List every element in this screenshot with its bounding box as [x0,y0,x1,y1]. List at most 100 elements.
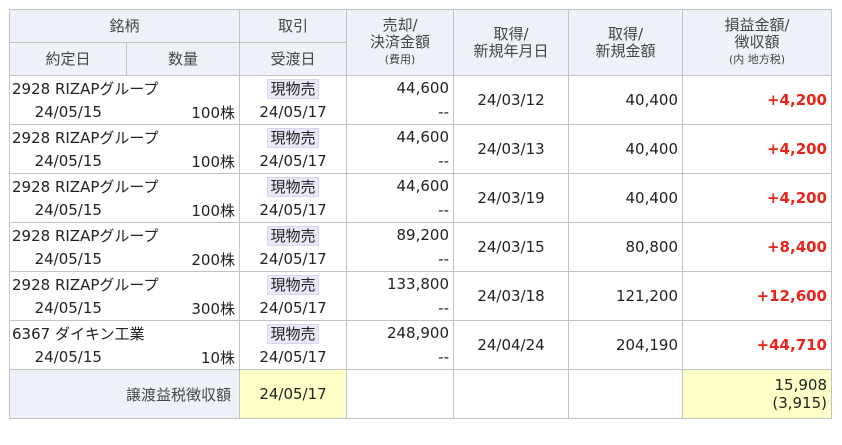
fee: -- [346,345,454,370]
acq-amount: 40,400 [568,124,683,174]
trade-rows: 2928 RIZAPグループ 現物売 44,600 24/03/12 40,400 +4,… [9,75,832,370]
sell-header-line2: 決済金額 [369,33,430,51]
contract-date: 24/05/15 [9,100,127,125]
issue-name: 2928 RIZAPグループ [9,271,240,296]
issue-header: 銘柄 [9,9,240,43]
trade-type-badge: 現物売 [267,78,319,99]
contract-date: 24/05/15 [9,296,127,321]
tax-date: 24/05/17 [239,369,347,419]
sell-amount: 133,800 [346,271,454,296]
trade-type-cell: 現物売 [239,222,347,247]
trade-type-cell: 現物売 [239,320,347,345]
acq-date: 24/03/18 [453,271,569,321]
pl-header-line1: 損益金額/ [724,16,790,34]
issue-name: 2928 RIZAPグループ [9,124,240,149]
trade-type-cell: 現物売 [239,173,347,198]
issue-name: 2928 RIZAPグループ [9,75,240,100]
fee: -- [346,100,454,125]
trade-history-panel: 銘柄 取引 売却/ 決済金額 (費用) 取得/ 新規年月日 取得/ 新規金額 損… [9,9,832,419]
tax-amount: 15,908 [774,376,828,394]
acq-amount-header-line1: 取得/ [607,24,644,43]
sell-header-line1: 売却/ [382,16,418,34]
trade-type-cell: 現物売 [239,75,347,100]
issue-name: 6367 ダイキン工業 [9,320,240,345]
delivery-date-header: 受渡日 [239,42,347,76]
quantity: 100株 [126,100,240,125]
total-blank-3 [568,369,683,419]
acq-amount: 80,800 [568,222,683,272]
acq-date: 24/03/13 [453,124,569,174]
quantity: 10株 [126,345,240,370]
quantity: 300株 [126,296,240,321]
delivery-date: 24/05/17 [239,149,347,174]
pl-header: 損益金額/ 徴収額 (内 地方税) [682,9,832,76]
total-row: 譲渡益税徴収額 24/05/17 15,908 (3,915) [9,369,832,419]
acq-date-header: 取得/ 新規年月日 [453,9,569,76]
sell-amount: 44,600 [346,173,454,198]
sell-amount: 44,600 [346,124,454,149]
delivery-date: 24/05/17 [239,247,347,272]
tax-label: 譲渡益税徴収額 [9,369,240,419]
sell-amount: 248,900 [346,320,454,345]
trade-type-badge: 現物売 [267,127,319,148]
total-blank-1 [346,369,454,419]
tax-amount-cell: 15,908 (3,915) [682,369,832,419]
pl-header-line2: 徴収額 [734,33,780,51]
sell-amount-header: 売却/ 決済金額 (費用) [346,9,454,76]
realized-pl-table: 銘柄 取引 売却/ 決済金額 (費用) 取得/ 新規年月日 取得/ 新規金額 損… [9,9,832,419]
issue-name: 2928 RIZAPグループ [9,173,240,198]
acq-amount-header-line2: 新規金額 [595,41,656,60]
quantity: 100株 [126,198,240,223]
profit-loss: +12,600 [682,271,832,321]
profit-loss: +4,200 [682,173,832,223]
delivery-date: 24/05/17 [239,100,347,125]
trade-type-badge: 現物売 [267,274,319,295]
profit-loss: +4,200 [682,124,832,174]
local-tax-amount: (3,915) [772,394,827,412]
delivery-date: 24/05/17 [239,345,347,370]
issue-name: 2928 RIZAPグループ [9,222,240,247]
acq-date: 24/03/12 [453,75,569,125]
sell-header-sub: (費用) [384,53,416,66]
fee: -- [346,198,454,223]
header-row-1: 銘柄 取引 売却/ 決済金額 (費用) 取得/ 新規年月日 取得/ 新規金額 損… [9,9,832,76]
fee: -- [346,296,454,321]
acq-date: 24/04/24 [453,320,569,370]
quantity: 200株 [126,247,240,272]
trade-row: 2928 RIZAPグループ 現物売 44,600 24/03/13 40,400 +4,… [9,124,832,174]
trade-type-badge: 現物売 [267,176,319,197]
acq-date: 24/03/15 [453,222,569,272]
sell-amount: 89,200 [346,222,454,247]
acq-amount: 40,400 [568,75,683,125]
trade-type-badge: 現物売 [267,323,319,344]
acq-date-header-line1: 取得/ [493,24,529,43]
contract-date: 24/05/15 [9,247,127,272]
acq-date: 24/03/19 [453,173,569,223]
profit-loss: +44,710 [682,320,832,370]
acq-amount-header: 取得/ 新規金額 [568,9,683,76]
profit-loss: +8,400 [682,222,832,272]
trade-row: 2928 RIZAPグループ 現物売 133,800 24/03/18 121,200 +… [9,271,832,321]
acq-amount: 40,400 [568,173,683,223]
contract-date: 24/05/15 [9,345,127,370]
trade-row: 2928 RIZAPグループ 現物売 44,600 24/03/12 40,400 +4,… [9,75,832,125]
pl-header-sub: (内 地方税) [728,53,786,66]
profit-loss: +4,200 [682,75,832,125]
contract-date: 24/05/15 [9,149,127,174]
trade-row: 2928 RIZAPグループ 現物売 44,600 24/03/19 40,400 +4,… [9,173,832,223]
fee: -- [346,149,454,174]
contract-date-header: 約定日 [9,42,127,76]
trade-row: 2928 RIZAPグループ 現物売 89,200 24/03/15 80,800 +8,… [9,222,832,272]
total-blank-2 [453,369,569,419]
trade-type-cell: 現物売 [239,271,347,296]
trade-type-badge: 現物売 [267,225,319,246]
acq-date-header-line2: 新規年月日 [473,41,549,60]
fee: -- [346,247,454,272]
trade-type-cell: 現物売 [239,124,347,149]
sell-amount: 44,600 [346,75,454,100]
delivery-date: 24/05/17 [239,198,347,223]
trade-row: 6367 ダイキン工業 現物売 248,900 24/04/24 204,190 +44,… [9,320,832,370]
quantity-header: 数量 [126,42,240,76]
delivery-date: 24/05/17 [239,296,347,321]
acq-amount: 204,190 [568,320,683,370]
